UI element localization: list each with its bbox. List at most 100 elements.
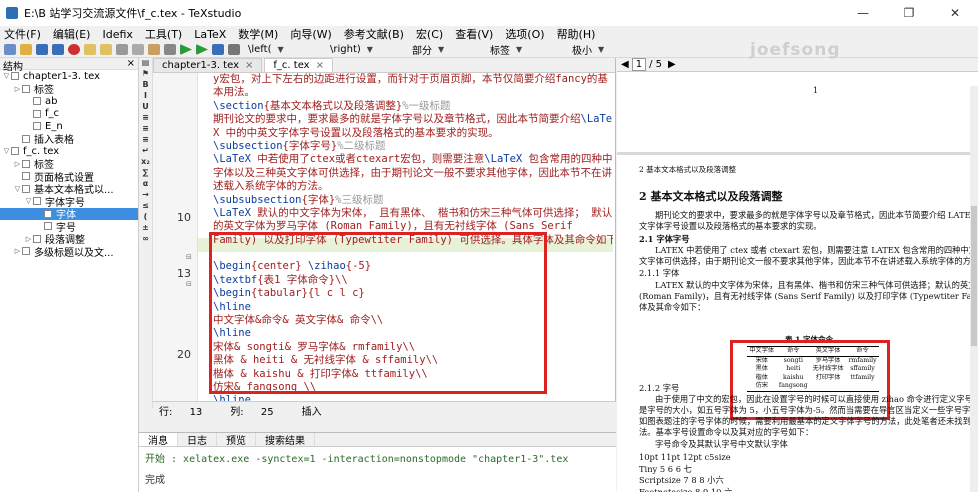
menu-item[interactable]: 文件(F) <box>4 26 41 42</box>
arrow-icon[interactable]: → <box>139 190 152 201</box>
title-bar: E:\B 站学习交流源文件\f_c.tex - TeXstudio — ❐ ✕ <box>0 0 978 26</box>
structure-panel: 结构 × ▽ chapter1-3. tex ▷ 标签 ab f_c E_n 插入表格 ▽ f_c.… <box>0 58 139 492</box>
next-page-icon[interactable]: ▶ <box>668 59 676 70</box>
align-right-icon[interactable]: ≡ <box>139 135 152 146</box>
prev-page-icon[interactable]: ◀ <box>621 59 629 70</box>
redo-icon[interactable] <box>100 44 112 55</box>
section-icon <box>33 122 41 131</box>
misc-symbol-icon[interactable]: ∞ <box>139 234 152 245</box>
structure-item-label: 多级标题以及文... <box>34 247 114 259</box>
operator-icon[interactable]: ± <box>139 223 152 234</box>
messages-tab[interactable]: 日志 <box>178 433 217 447</box>
structure-tab-icon[interactable]: ▤ <box>139 58 152 69</box>
menu-item[interactable]: 查看(V) <box>455 26 493 42</box>
open-file-icon[interactable] <box>20 44 32 55</box>
tree-toggle-icon[interactable]: ▷ <box>13 160 22 168</box>
menu-item[interactable]: Idefix <box>102 28 132 41</box>
close-tab-icon[interactable]: × <box>245 60 253 71</box>
right-delimiter-dropdown[interactable]: \right) ▼ <box>326 43 404 56</box>
delimiter-icon[interactable]: ( <box>139 212 152 223</box>
menu-item[interactable]: 工具(T) <box>145 26 182 42</box>
close-tab-icon[interactable]: × <box>316 60 324 71</box>
pdf-list-item: 10pt 11pt 12pt c5size <box>639 452 731 462</box>
menu-item[interactable]: 宏(C) <box>416 26 443 42</box>
tree-toggle-icon[interactable]: ▽ <box>2 147 11 155</box>
messages-tab[interactable]: 搜索结果 <box>256 433 315 447</box>
close-panel-icon[interactable]: × <box>127 58 135 69</box>
compile-icon[interactable] <box>196 44 208 55</box>
menu-item[interactable]: 帮助(H) <box>557 26 596 42</box>
stop-icon[interactable] <box>228 44 240 55</box>
relation-icon[interactable]: ≤ <box>139 201 152 212</box>
paste-icon[interactable] <box>148 44 160 55</box>
tree-toggle-icon[interactable]: ▷ <box>13 247 22 255</box>
close-file-icon[interactable] <box>68 44 80 55</box>
structure-item-label: f_c. tex <box>23 145 60 157</box>
label-dropdown[interactable]: 标签 ▼ <box>486 43 564 57</box>
bookmarks-icon[interactable]: ⚑ <box>139 69 152 80</box>
view-pdf-icon[interactable] <box>212 44 224 55</box>
save-icon[interactable] <box>36 44 48 55</box>
new-file-icon[interactable] <box>4 44 16 55</box>
messages-tabs: 消息 日志 预览 搜索结果 <box>139 433 616 447</box>
tab-file[interactable]: f_c. tex × <box>264 58 333 72</box>
pdf-page[interactable]: 1 2 基本文本格式以及段落调整 2 基本文本格式以及段落调整 期刊论文的要求中… <box>617 72 978 492</box>
structure-item[interactable]: ▷ 多级标题以及文... <box>0 245 138 259</box>
structure-item[interactable]: f_c <box>0 108 138 121</box>
structure-item-label: 标签 <box>34 85 54 97</box>
search-icon[interactable] <box>164 44 176 55</box>
tree-toggle-icon[interactable]: ▽ <box>2 72 11 80</box>
structure-item[interactable]: ab <box>0 95 138 108</box>
structure-item[interactable]: ▽ chapter1-3. tex <box>0 70 138 83</box>
texstudio-logo-icon <box>6 7 18 19</box>
italic-icon[interactable]: I <box>139 91 152 102</box>
page-input[interactable]: 1 <box>631 58 647 71</box>
viewer-scrollbar[interactable] <box>970 86 978 492</box>
subscript-icon[interactable]: x₂ <box>139 157 152 168</box>
align-center-icon[interactable]: ≡ <box>139 124 152 135</box>
structure-item[interactable]: 插入表格 <box>0 133 138 146</box>
code-line: \LaTeX 默认的中文字体为宋体， 且有黑体、 楷书和仿宋三种气体可供选择； … <box>213 206 613 219</box>
fold-marker-icon[interactable]: ⊟ <box>186 253 194 261</box>
tab-file[interactable]: chapter1-3. tex × <box>153 58 263 72</box>
menu-item[interactable]: 选项(O) <box>505 26 544 42</box>
cursor-col: 25 <box>260 406 274 418</box>
tab-label: f_c. tex <box>273 60 310 71</box>
menu-item[interactable]: 编辑(E) <box>53 26 91 42</box>
undo-icon[interactable] <box>84 44 96 55</box>
messages-tab[interactable]: 消息 <box>139 433 178 447</box>
structure-item[interactable]: ▽ f_c. tex <box>0 145 138 158</box>
messages-tab[interactable]: 预览 <box>217 433 256 447</box>
tree-toggle-icon[interactable]: ▽ <box>24 197 33 205</box>
close-button[interactable]: ✕ <box>932 0 978 26</box>
tree-toggle-icon[interactable]: ▽ <box>13 185 22 193</box>
minimize-button[interactable]: — <box>840 0 886 26</box>
align-left-icon[interactable]: ≡ <box>139 113 152 124</box>
bold-icon[interactable]: B <box>139 80 152 91</box>
pdf-text: 体及其命令如下： <box>639 302 706 312</box>
cut-icon[interactable] <box>116 44 128 55</box>
tree-toggle-icon[interactable]: ▷ <box>13 85 22 93</box>
menu-item[interactable]: 参考文献(B) <box>344 26 404 42</box>
restore-button[interactable]: ❐ <box>886 0 932 26</box>
section-dropdown[interactable]: 部分 ▼ <box>408 43 482 57</box>
menu-item[interactable]: 向导(W) <box>290 26 331 42</box>
greek-icon[interactable]: α <box>139 179 152 190</box>
save-all-icon[interactable] <box>52 44 64 55</box>
build-view-icon[interactable] <box>180 44 192 55</box>
section-icon <box>11 147 19 156</box>
copy-icon[interactable] <box>132 44 144 55</box>
scrollbar-thumb[interactable] <box>971 206 977 346</box>
structure-item[interactable]: ▷ 标签 <box>0 83 138 96</box>
newline-icon[interactable]: ↵ <box>139 146 152 157</box>
menu-item[interactable]: 数学(M) <box>238 26 278 42</box>
fold-marker-icon[interactable]: ⊟ <box>186 280 194 288</box>
left-delimiter-dropdown[interactable]: \left(▼ <box>244 43 322 56</box>
section-icon <box>22 184 30 193</box>
size-dropdown[interactable]: 极小 ▼ <box>568 43 638 57</box>
math-icon[interactable]: ∑ <box>139 168 152 179</box>
menu-item[interactable]: LaTeX <box>194 28 226 41</box>
tree-toggle-icon[interactable]: ▷ <box>24 235 33 243</box>
window-title: E:\B 站学习交流源文件\f_c.tex - TeXstudio <box>24 7 242 20</box>
underline-icon[interactable]: U <box>139 102 152 113</box>
